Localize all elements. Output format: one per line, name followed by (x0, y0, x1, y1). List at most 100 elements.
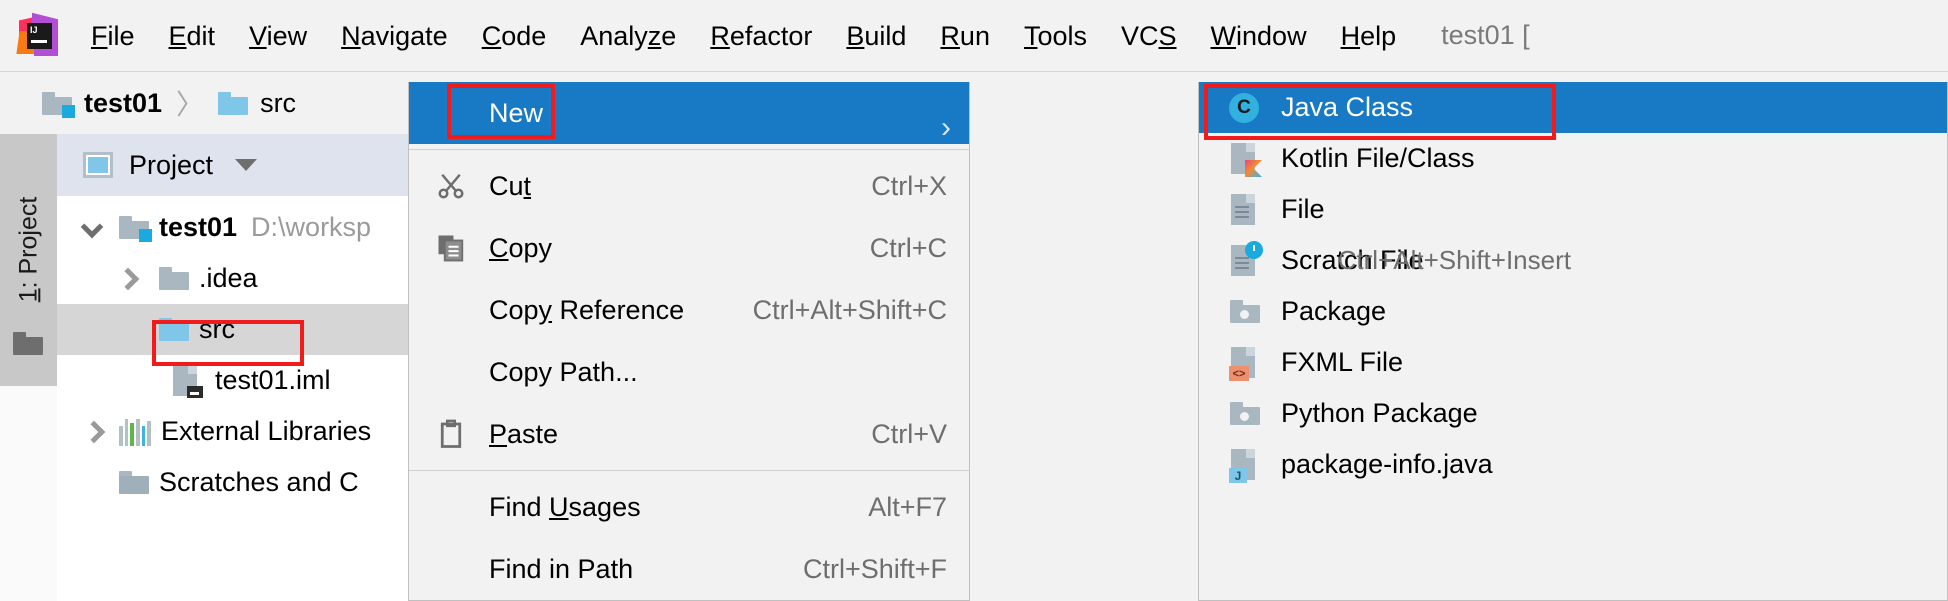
source-folder-icon (159, 318, 189, 341)
context-menu-shortcut-copy-reference: Ctrl+Alt+Shift+C (752, 294, 947, 325)
context-menu-item-new[interactable]: New › (409, 82, 969, 144)
menu-view[interactable]: View (232, 0, 324, 72)
menu-run[interactable]: Run (923, 0, 1007, 72)
context-menu-label-cut: Cut (489, 170, 532, 201)
toolstrip-label-suffix: : Project (14, 196, 43, 288)
submenu-label-kotlin-file-class: Kotlin File/Class (1281, 143, 1475, 173)
menu-navigate[interactable]: Navigate (324, 0, 465, 72)
context-menu-shortcut-cut: Ctrl+X (871, 170, 947, 201)
chevron-right-icon[interactable] (79, 419, 105, 445)
submenu-shortcut-scratch-file: Ctrl+Alt+Shift+Insert (1337, 245, 1571, 275)
submenu-item-package-info-java[interactable]: J package-info.java (1199, 439, 1947, 490)
module-folder-icon (42, 91, 75, 118)
tree-row-src[interactable]: src (57, 304, 408, 355)
source-folder-icon (218, 91, 249, 115)
submenu-label-package: Package (1281, 296, 1387, 326)
menu-vcs[interactable]: VCS (1104, 0, 1194, 72)
tree-label-test01: test01 (159, 212, 238, 242)
menu-help-label: elp (1360, 20, 1397, 51)
intellij-idea-window: IJ File Edit View Navigate Code Analyze … (0, 0, 1948, 601)
context-menu-shortcut-paste: Ctrl+V (871, 418, 947, 449)
menu-refactor[interactable]: Refactor (693, 0, 829, 72)
context-menu-label-find-in-path: Find in Path (489, 553, 634, 584)
menu-edit[interactable]: Edit (152, 0, 233, 72)
context-menu-label-copy: Copy (489, 232, 553, 263)
chevron-right-icon[interactable] (113, 266, 139, 292)
tree-label-idea: .idea (199, 263, 258, 293)
toolstrip-mnemonic: 1 (14, 287, 43, 302)
menu-window[interactable]: Window (1194, 0, 1324, 72)
menu-help[interactable]: Help (1324, 0, 1414, 72)
tree-row[interactable]: test01.iml (57, 355, 408, 406)
folder-icon (159, 267, 189, 290)
submenu-item-scratch-file[interactable]: Scratch File Ctrl+Alt+Shift+Insert (1199, 235, 1947, 286)
context-menu-item-find-usages[interactable]: Find Usages Alt+F7 (409, 476, 969, 538)
context-menu-label-find-usages: Find Usages (489, 491, 641, 522)
submenu-label-file: File (1281, 194, 1325, 224)
left-tool-window-strip: 1: Project (0, 134, 57, 601)
context-menu-item-copy-path[interactable]: Copy Path... (409, 341, 969, 403)
breadcrumb-item-src[interactable]: src (218, 88, 296, 119)
chevron-down-icon[interactable] (235, 159, 258, 171)
main-menu-bar: IJ File Edit View Navigate Code Analyze … (0, 0, 1948, 72)
menu-tools[interactable]: Tools (1007, 0, 1104, 72)
menu-vcs-label: VC (1121, 20, 1159, 51)
project-view-icon (83, 152, 113, 178)
submenu-item-java-class[interactable]: C Java Class (1199, 82, 1947, 133)
paste-icon (431, 419, 471, 449)
submenu-item-package[interactable]: Package (1199, 286, 1947, 337)
submenu-item-fxml-file[interactable]: <> FXML File (1199, 337, 1947, 388)
project-panel-title: Project (129, 149, 214, 180)
menu-tools-label: ools (1037, 20, 1087, 51)
breadcrumb-item-test01[interactable]: test01 (42, 88, 162, 119)
submenu-label-package-info-java: package-info.java (1281, 449, 1493, 479)
chevron-down-icon[interactable] (79, 215, 105, 241)
tree-row[interactable]: Scratches and C (57, 457, 408, 508)
breadcrumb-label-test01: test01 (84, 87, 163, 118)
submenu-label-python-package: Python Package (1281, 398, 1478, 428)
context-menu-item-paste[interactable]: Paste Ctrl+V (409, 403, 969, 465)
module-folder-icon (119, 216, 152, 242)
context-menu-label-copy-path: Copy Path... (489, 356, 638, 387)
menu-build[interactable]: Build (829, 0, 923, 72)
context-menu-item-copy[interactable]: Copy Ctrl+C (409, 217, 969, 279)
tree-label-src: src (199, 314, 235, 344)
fxml-file-icon: <> (1227, 347, 1261, 381)
menu-view-label: iew (266, 20, 308, 51)
tree-row[interactable]: test01 D:\worksp (57, 202, 408, 253)
submenu-item-file[interactable]: File (1199, 184, 1947, 235)
breadcrumb-separator: 〉 (176, 89, 205, 120)
submenu-item-kotlin-file-class[interactable]: Kotlin File/Class (1199, 133, 1947, 184)
menu-run-label: un (959, 20, 990, 51)
context-menu-label-copy-reference: Copy Reference (489, 294, 685, 325)
menu-window-label: indow (1236, 20, 1307, 51)
context-menu-shortcut-find-in-path: Ctrl+Shift+F (802, 553, 947, 584)
new-submenu: C Java Class Kotlin File/Class File Scra… (1198, 82, 1948, 601)
package-info-icon: J (1227, 449, 1261, 483)
menu-build-label: uild (864, 20, 907, 51)
menu-analyze-label: Analy (580, 20, 648, 51)
kotlin-file-icon (1227, 143, 1262, 177)
tree-row[interactable]: External Libraries (57, 406, 408, 457)
cut-icon (431, 171, 471, 201)
context-menu-item-copy-reference[interactable]: Copy Reference Ctrl+Alt+Shift+C (409, 279, 969, 341)
tree-label-test01-iml: test01.iml (215, 365, 331, 395)
context-menu: New › Cut Ctrl+X Copy Ctrl+C Copy Refere… (408, 82, 970, 601)
project-tool-window: Project test01 D:\worksp .idea src test0… (57, 134, 408, 601)
java-class-icon: C (1227, 92, 1261, 123)
context-menu-item-find-in-path[interactable]: Find in Path Ctrl+Shift+F (409, 538, 969, 600)
project-panel-header[interactable]: Project (57, 134, 408, 196)
package-icon (1227, 402, 1261, 425)
tree-label-external-libraries: External Libraries (161, 416, 372, 446)
submenu-item-python-package[interactable]: Python Package (1199, 388, 1947, 439)
tree-row[interactable]: .idea (57, 253, 408, 304)
menu-file-label: ile (107, 20, 135, 51)
menu-code[interactable]: Code (465, 0, 564, 72)
menu-file[interactable]: File (74, 0, 152, 72)
menu-analyze[interactable]: Analyze (563, 0, 693, 72)
file-icon (1227, 194, 1261, 225)
strip-folder-icon[interactable] (13, 332, 43, 355)
context-menu-item-cut[interactable]: Cut Ctrl+X (409, 155, 969, 217)
submenu-label-java-class: Java Class (1281, 92, 1414, 122)
